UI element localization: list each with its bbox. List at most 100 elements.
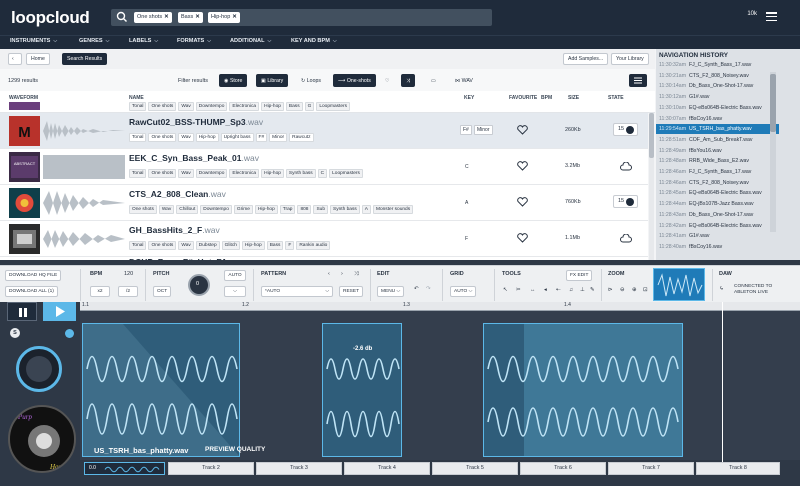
track-tab[interactable]: Track 4 [344,462,430,475]
history-item[interactable]: 11:30:10am EQ-eBs064B-Electric Bass.wav [656,103,779,113]
history-item[interactable]: 11:28:42am EQ-eBs064B-Electric Bass.wav [656,221,779,231]
history-item[interactable]: 11:28:43am Db_Bass_One-Shot-17.wav [656,210,779,220]
waveform-preview[interactable] [43,153,125,181]
history-item[interactable]: 11:30:21am CTS_F2_808_Noisey.wav [656,71,779,81]
list-view-icon[interactable] [629,74,647,87]
history-item[interactable]: 11:28:49am fBsYou16.wav [656,146,779,156]
zoom-overview[interactable] [653,268,705,301]
your-library-button[interactable]: Your Library [611,53,649,65]
search-results-button[interactable]: Search Results [62,53,108,65]
pattern-shuffle-icon[interactable]: ⤨ [354,271,358,278]
track-tab[interactable]: Track 7 [608,462,694,475]
favourite-heart-icon[interactable] [517,233,528,243]
arrangement-track[interactable]: -2.6 db US_TSRH_bas_phatty.wav PREVIEW Q… [80,311,800,460]
pitch-auto-button[interactable]: AUTO [224,270,246,281]
col-state[interactable]: STATE [608,95,624,101]
history-item[interactable]: 11:28:44am EQ-jBs107B-Jazz Bass.wav [656,199,779,209]
nav-instruments[interactable]: INSTRUMENTS ⌵ [10,38,57,44]
pitch-knob[interactable]: 0 [188,274,210,296]
track-tab[interactable]: Track 6 [520,462,606,475]
history-item[interactable]: 11:28:48am RRB_Wide_Bass_E2.wav [656,156,779,166]
sample-name[interactable]: RawCut02_BSS-THUMP_Sp3.wav [129,117,263,127]
home-button[interactable]: Home [26,53,50,65]
nav-genres[interactable]: GENRES ⌵ [79,38,109,44]
move-icon[interactable]: ⇠ [556,287,561,293]
history-item[interactable]: 11:30:32am FJ_C_Synth_Bass_17.wav [656,60,779,70]
search-chip[interactable]: Bass ✕ [178,12,203,23]
volume-knob[interactable] [16,346,62,392]
shuffle-icon[interactable]: ⤨ [401,74,416,87]
track-tab[interactable]: Track 5 [432,462,518,475]
waveform-preview[interactable] [43,189,125,217]
add-samples-button[interactable]: Add Samples... [563,53,609,65]
result-row[interactable]: M RawCut02_BSS-THUMP_Sp3.wav Tonal One sh… [0,113,648,149]
history-item[interactable]: 11:28:51am COF_Am_Sub_BreakT.wav [656,135,779,145]
waveform-preview[interactable] [43,117,125,145]
zoom-fit-icon[interactable]: ⊳ [608,287,613,293]
col-key[interactable]: KEY [464,95,474,101]
wav-format-button[interactable]: ⋈ WAV [450,74,478,87]
search-icon[interactable] [116,11,128,23]
history-item[interactable]: 11:28:41am G1#.wav [656,231,779,241]
fade-icon[interactable]: ◂ [544,287,547,293]
mini-waveform[interactable]: 0.0 [84,462,165,475]
sample-name[interactable]: GH_BassHits_2_F.wav [129,225,220,235]
download-hq-button[interactable]: DOWNLOAD HQ FILE [5,270,62,281]
favourite-heart-icon[interactable] [517,197,528,207]
sample-name[interactable]: EEK_C_Syn_Bass_Peak_01.wav [129,153,259,163]
download-all-button[interactable]: DOWNLOAD ALL (1) [5,286,58,297]
col-favourite[interactable]: FAVOURITE [509,95,537,101]
pattern-next-icon[interactable]: › [341,271,343,277]
track-tab[interactable]: Track 3 [256,462,342,475]
search-chip[interactable]: Hip-hop ✕ [208,12,240,23]
monitor-icon[interactable]: ▭ [426,74,441,87]
favourite-filter-icon[interactable]: ♡ [380,74,395,87]
col-bpm[interactable]: BPM [541,95,552,101]
audio-clip[interactable] [82,323,240,457]
sample-name[interactable]: CTS_A2_808_Clean.wav [129,189,226,199]
favourite-heart-icon[interactable] [517,125,528,135]
pencil-icon[interactable]: ✎ [590,287,595,293]
history-item[interactable]: 11:30:07am fBsCoy16.wav [656,114,779,124]
notes-icon[interactable]: ♫ [569,287,573,293]
pause-button[interactable] [7,302,37,321]
play-button[interactable] [43,302,76,321]
timeline-ruler[interactable]: 1.1 1.2 1.3 1.4 [80,302,800,311]
bpm-double-button[interactable]: x2 [90,286,110,297]
bpm-half-button[interactable]: /2 [118,286,138,297]
pointer-icon[interactable]: ↖ [503,287,508,293]
solo-button[interactable]: S [10,328,20,338]
library-filter-button[interactable]: ▣ Library [256,74,289,87]
results-scrollbar[interactable] [649,113,654,260]
audio-clip[interactable] [483,323,683,457]
pattern-reset-button[interactable]: RESET [339,286,363,297]
zoom-window-icon[interactable]: ⊡ [643,287,648,293]
cut-icon[interactable]: ✂ [516,287,521,293]
grid-select[interactable]: AUTO ⌵ [450,286,477,297]
one-shots-filter-button[interactable]: ⟶ One-shots [333,74,376,87]
waveform-preview[interactable] [43,225,125,253]
result-row[interactable]: ABSTRACT EEK_C_Syn_Bass_Peak_01.wav Tona… [0,149,648,185]
nav-additional[interactable]: ADDITIONAL ⌵ [230,38,271,44]
stretch-icon[interactable]: ↔ [530,287,536,293]
loops-filter-button[interactable]: ↻ Loops [296,74,326,87]
zoom-out-icon[interactable]: ⊖ [620,287,625,293]
store-filter-button[interactable]: ◉ Store [219,74,248,87]
history-item[interactable]: 11:30:14am Db_Bass_One-Shot-17.wav [656,81,779,91]
nav-labels[interactable]: LABELS ⌵ [129,38,158,44]
playhead[interactable] [722,302,723,462]
history-scrollbar[interactable] [770,72,776,232]
pattern-prev-icon[interactable]: ‹ [328,271,330,277]
fx-edit-button[interactable]: FX EDIT [566,270,593,281]
nav-key-bpm[interactable]: KEY AND BPM ⌵ [291,38,337,44]
pattern-select[interactable]: *AUTO ⌵ [261,286,333,297]
loopcloud-logo[interactable]: loopcloud [11,8,90,28]
col-size[interactable]: SIZE [568,95,579,101]
result-row[interactable]: GH_BassHits_2_F.wav Tonal One shots Wav Dub… [0,221,648,257]
hamburger-menu-icon[interactable] [766,12,777,22]
octave-button[interactable]: OCT [153,286,172,297]
edit-menu-button[interactable]: MENU ⌵ [377,286,405,297]
history-item[interactable]: 11:29:54am US_TSRH_bas_phatty.wav [656,124,779,135]
history-item[interactable]: 11:28:40am fBsCoy16.wav [656,242,779,252]
track-tab[interactable]: Track 8 [696,462,780,475]
